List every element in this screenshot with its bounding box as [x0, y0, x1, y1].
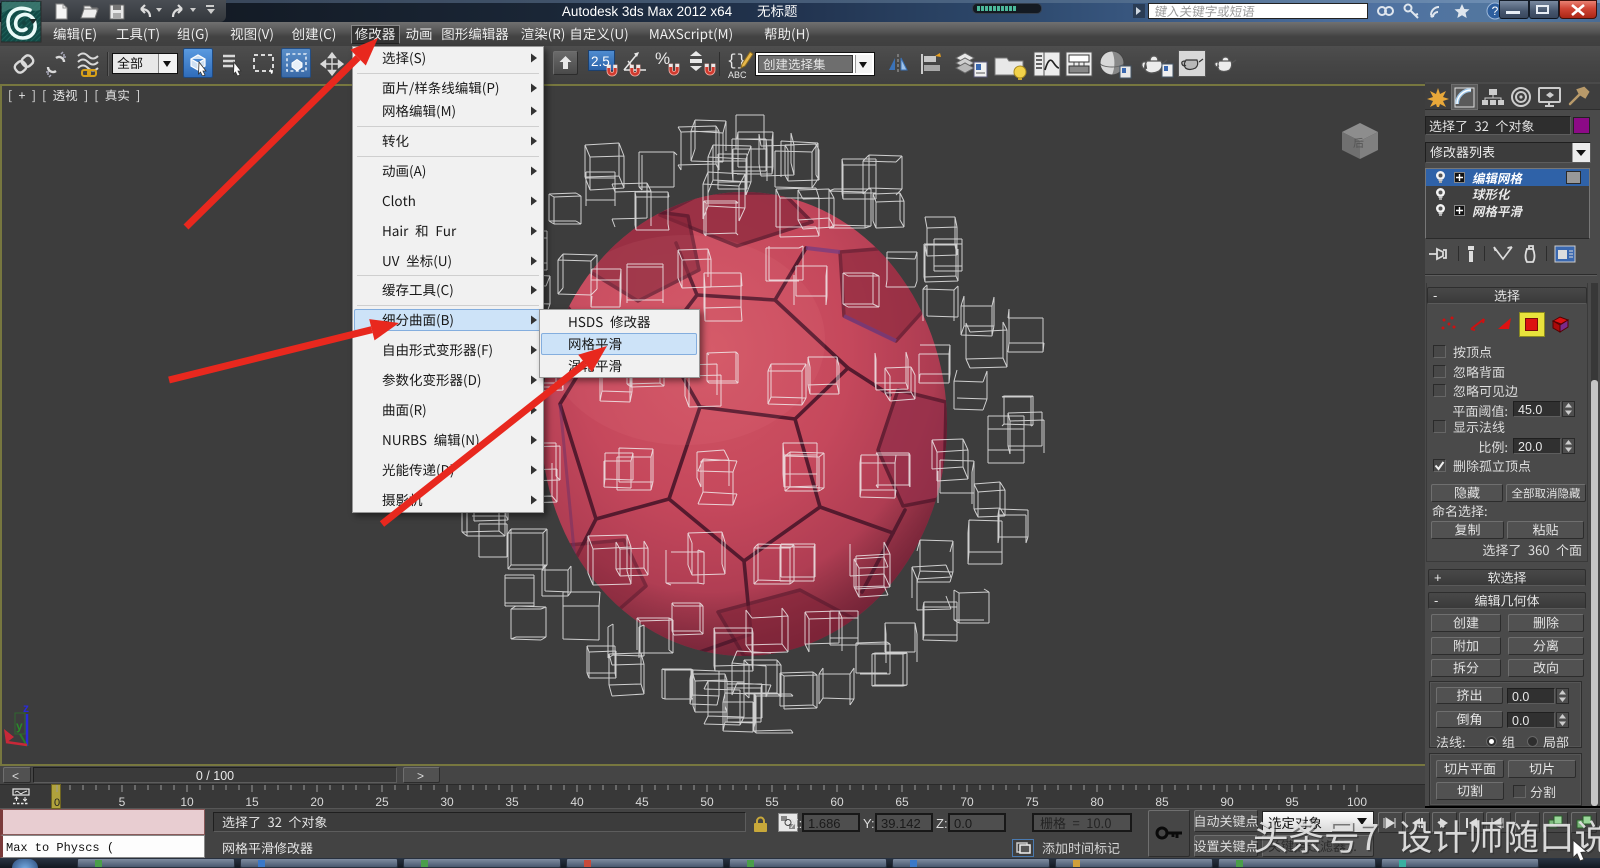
svg-text:?: ? [1492, 4, 1499, 18]
svg-text:ABC: ABC [728, 70, 747, 80]
